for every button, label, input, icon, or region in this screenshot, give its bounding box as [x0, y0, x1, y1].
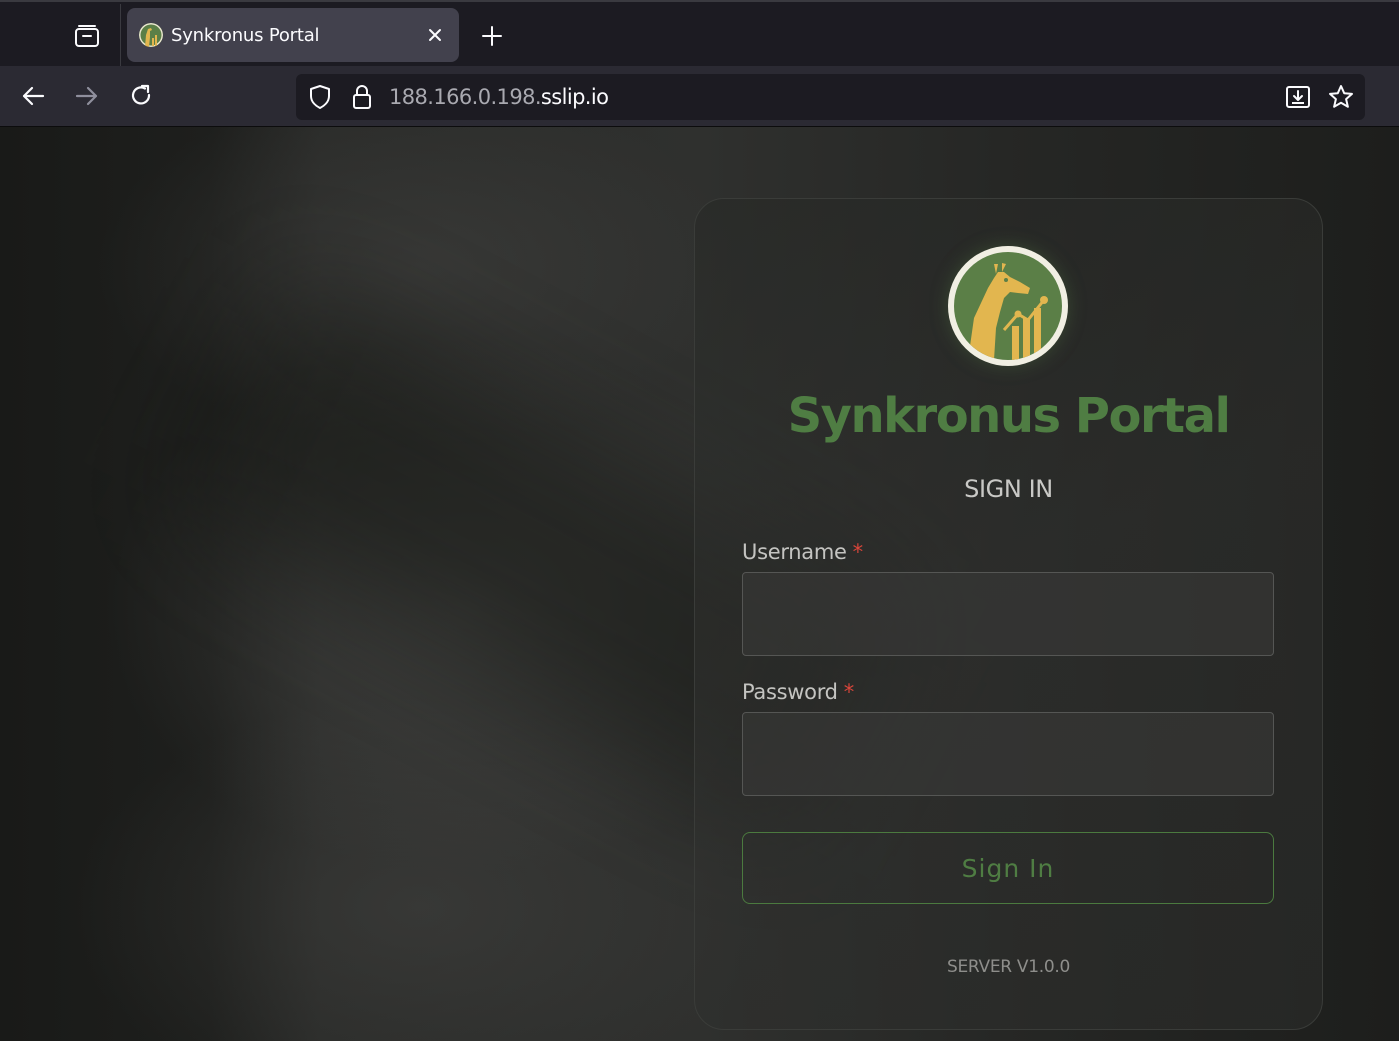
tab-list-button[interactable] — [66, 16, 108, 56]
reload-button[interactable] — [121, 76, 161, 116]
navigation-toolbar: 188.166.0.198.sslip.io — [0, 66, 1399, 127]
password-input[interactable] — [742, 712, 1274, 796]
tab-list-icon — [75, 25, 99, 47]
arrow-left-icon — [22, 86, 45, 106]
page-viewport: Synkronus Portal SIGN IN Username * Passw… — [0, 127, 1399, 1041]
url-host-prefix: 188.166.0.198. — [389, 85, 542, 109]
url-text[interactable]: 188.166.0.198.sslip.io — [389, 85, 609, 109]
required-marker: * — [852, 540, 864, 564]
username-label: Username * — [742, 540, 863, 564]
sign-in-heading: SIGN IN — [964, 475, 1053, 503]
tab-strip: Synkronus Portal — [0, 0, 1399, 68]
plus-icon — [482, 26, 502, 46]
app-logo — [948, 246, 1068, 366]
url-bar[interactable]: 188.166.0.198.sslip.io — [296, 74, 1365, 120]
forward-button[interactable] — [67, 76, 107, 116]
server-version: SERVER V1.0.0 — [947, 957, 1070, 977]
tab-title: Synkronus Portal — [171, 24, 320, 46]
required-marker: * — [843, 680, 855, 704]
arrow-right-icon — [75, 86, 98, 106]
username-input[interactable] — [742, 572, 1274, 656]
login-card: Synkronus Portal SIGN IN Username * Passw… — [694, 198, 1323, 1030]
giraffe-chart-logo-icon — [954, 252, 1062, 360]
password-label: Password * — [742, 680, 854, 704]
password-label-text: Password — [742, 680, 838, 704]
tab-close-button[interactable] — [423, 23, 447, 47]
portal-title: Synkronus Portal — [787, 388, 1231, 444]
lock-icon[interactable] — [349, 84, 375, 110]
giraffe-logo-icon — [139, 23, 163, 47]
reload-icon — [131, 84, 151, 105]
url-host-domain: sslip.io — [540, 85, 609, 109]
shield-icon[interactable] — [307, 84, 333, 110]
tab-synkronus-portal[interactable]: Synkronus Portal — [127, 8, 459, 62]
sign-in-button[interactable]: Sign In — [742, 832, 1274, 904]
new-tab-button[interactable] — [472, 16, 512, 56]
back-button[interactable] — [13, 76, 53, 116]
star-icon[interactable] — [1328, 84, 1354, 110]
download-icon[interactable] — [1285, 84, 1311, 110]
username-label-text: Username — [742, 540, 847, 564]
close-icon — [429, 29, 441, 41]
tab-divider — [120, 4, 121, 68]
